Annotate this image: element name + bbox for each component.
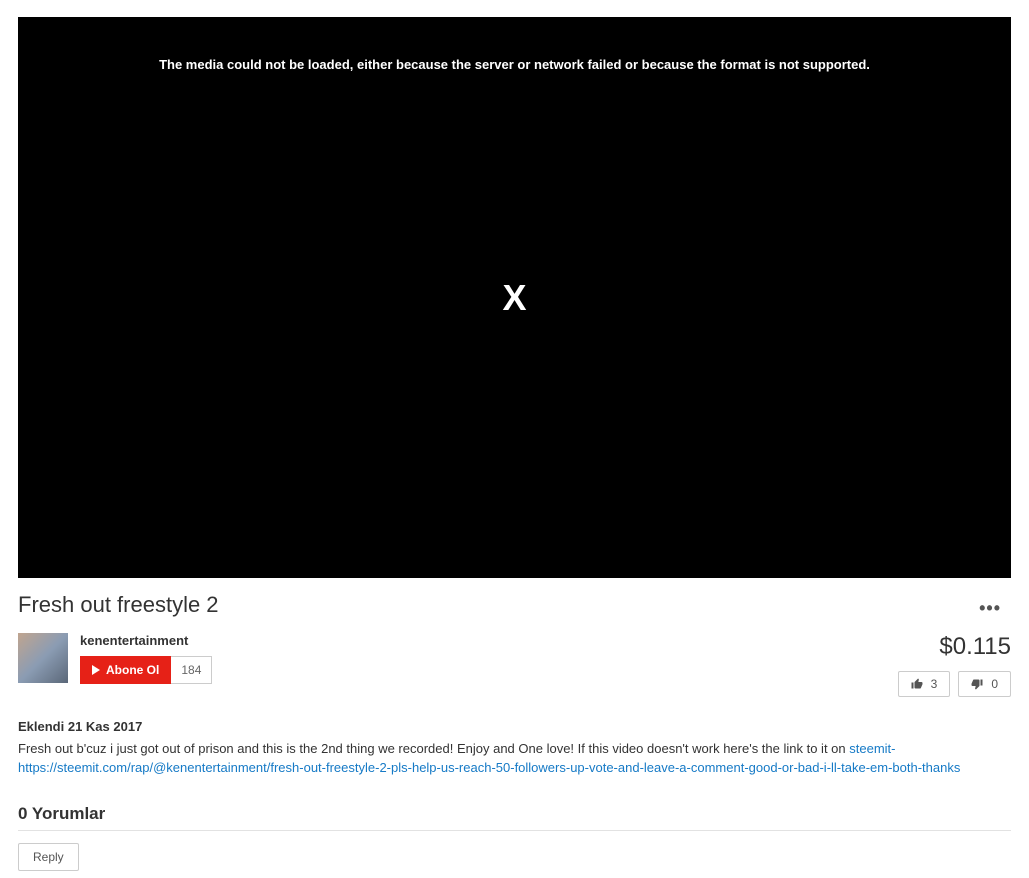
video-description: Eklendi 21 Kas 2017 Fresh out b'cuz i ju… [18, 717, 1011, 778]
video-error-message: The media could not be loaded, either be… [18, 57, 1011, 72]
channel-avatar[interactable] [18, 633, 68, 683]
reward-value: $0.115 [939, 633, 1011, 661]
video-error-icon: X [502, 277, 526, 319]
video-player[interactable]: The media could not be loaded, either be… [18, 17, 1011, 578]
downvote-count: 0 [991, 677, 998, 691]
subscribe-label: Abone Ol [106, 663, 159, 677]
channel-name-link[interactable]: kenentertainment [80, 633, 212, 648]
upload-date: Eklendi 21 Kas 2017 [18, 717, 1011, 737]
downvote-button[interactable]: 0 [958, 671, 1011, 697]
reply-button[interactable]: Reply [18, 843, 79, 871]
thumbs-up-icon [911, 678, 923, 690]
thumbs-down-icon [971, 678, 983, 690]
video-title: Fresh out freestyle 2 [18, 592, 219, 618]
subscriber-count: 184 [171, 656, 212, 684]
play-icon [92, 665, 100, 675]
comments-header: 0 Yorumlar [18, 804, 1011, 831]
subscribe-button[interactable]: Abone Ol [80, 656, 171, 684]
upvote-button[interactable]: 3 [898, 671, 951, 697]
upvote-count: 3 [931, 677, 938, 691]
more-options-button[interactable]: ••• [969, 592, 1011, 625]
description-text: Fresh out b'cuz i just got out of prison… [18, 741, 849, 756]
